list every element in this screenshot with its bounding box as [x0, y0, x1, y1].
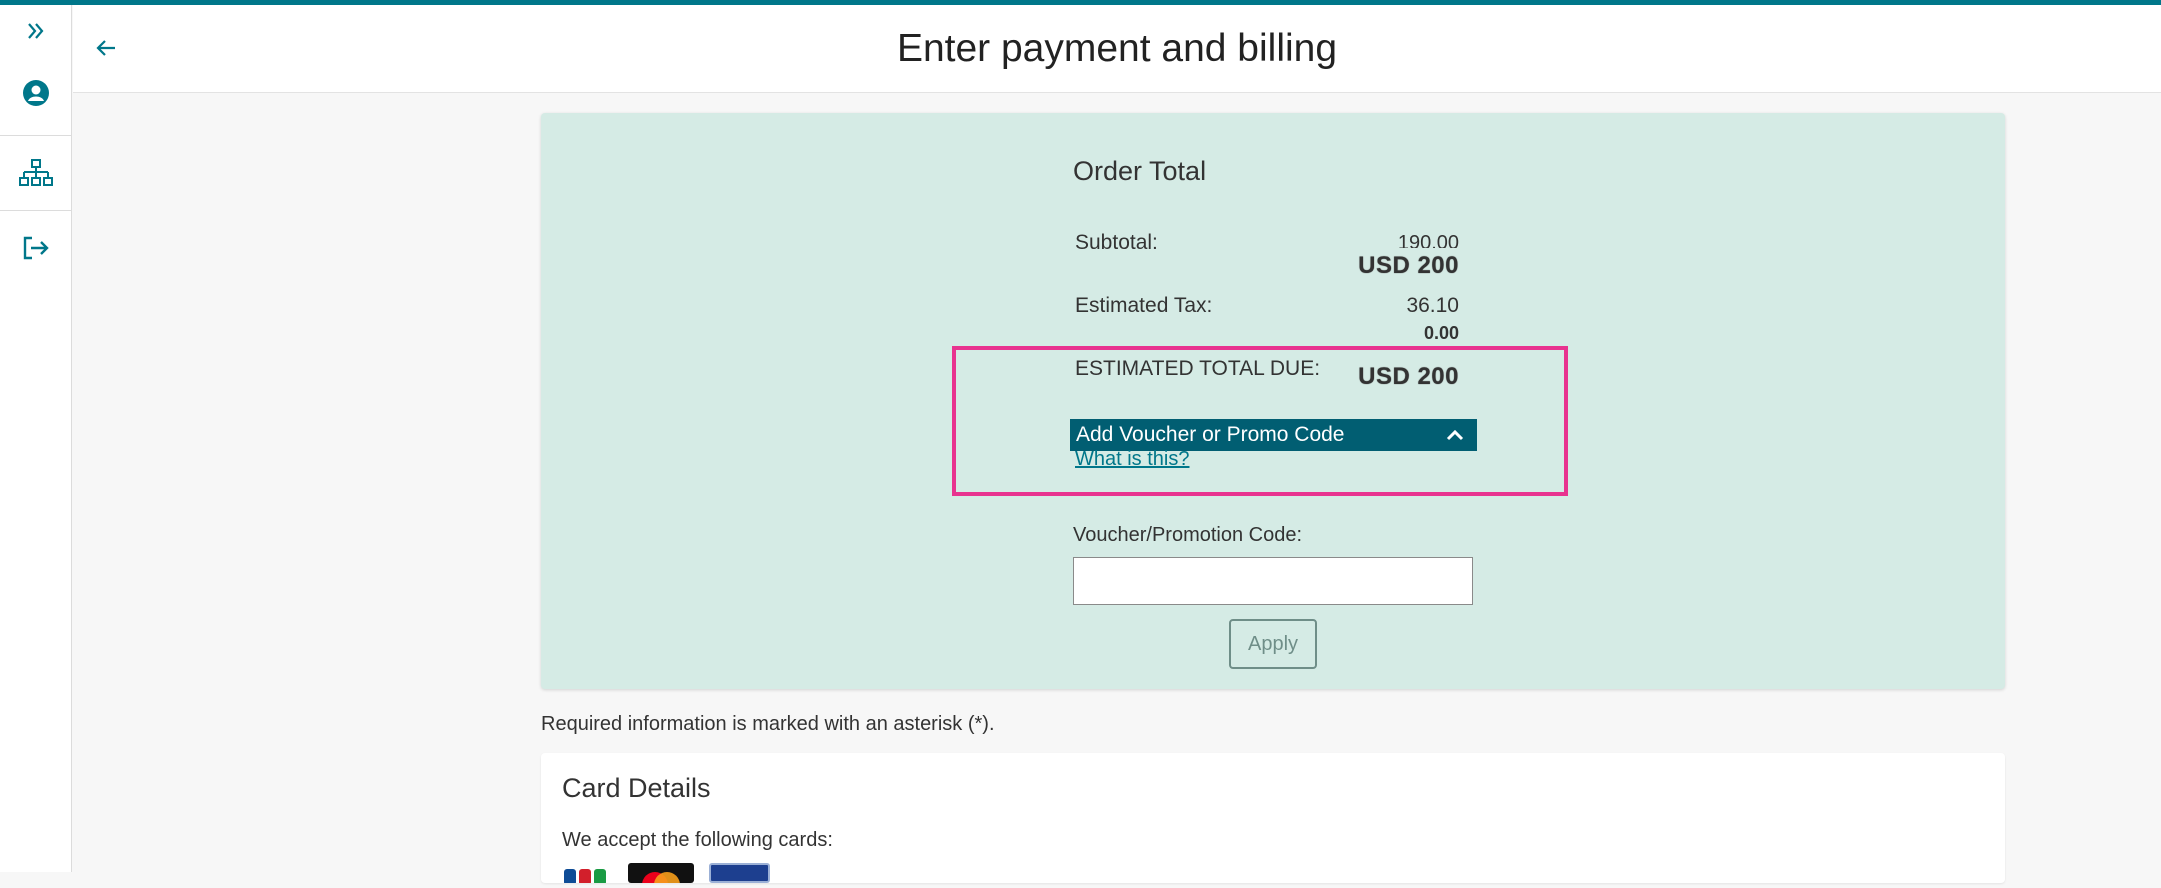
required-info-note: Required information is marked with an a… — [541, 713, 995, 735]
apply-button[interactable]: Apply — [1229, 619, 1317, 669]
accepted-cards-text: We accept the following cards: — [562, 829, 833, 851]
sidebar-divider — [0, 210, 72, 211]
sitemap-button[interactable] — [0, 155, 72, 195]
subtotal-value: USD 200 — [1358, 252, 1459, 279]
order-total-title: Order Total — [1073, 156, 1207, 186]
subtotal-label: Subtotal: — [1075, 231, 1158, 254]
tax-original-value: 36.10 — [1406, 294, 1459, 317]
user-profile-button[interactable] — [0, 75, 72, 115]
voucher-code-input[interactable] — [1073, 557, 1473, 605]
tax-label: Estimated Tax: — [1075, 294, 1213, 317]
tax-value: 0.00 — [1423, 323, 1459, 343]
generic-card-logo — [709, 863, 770, 883]
sidebar-divider — [0, 135, 72, 136]
sign-out-icon — [21, 235, 51, 266]
highlight-box — [952, 346, 1568, 496]
sitemap-icon — [19, 158, 53, 193]
sign-out-button[interactable] — [0, 230, 72, 270]
jcb-logo — [562, 863, 610, 885]
voucher-field-label: Voucher/Promotion Code: — [1073, 524, 1303, 546]
user-circle-icon — [22, 79, 50, 112]
page-header: Enter payment and billing — [73, 5, 2161, 93]
mastercard-logo — [628, 863, 694, 888]
page-title: Enter payment and billing — [896, 27, 1338, 70]
subtotal-original-value: 190.00 — [1397, 232, 1459, 248]
sidebar — [0, 5, 72, 872]
expand-chevrons-icon — [25, 20, 47, 47]
card-details-title: Card Details — [562, 773, 711, 803]
expand-sidebar-button[interactable] — [0, 17, 72, 49]
